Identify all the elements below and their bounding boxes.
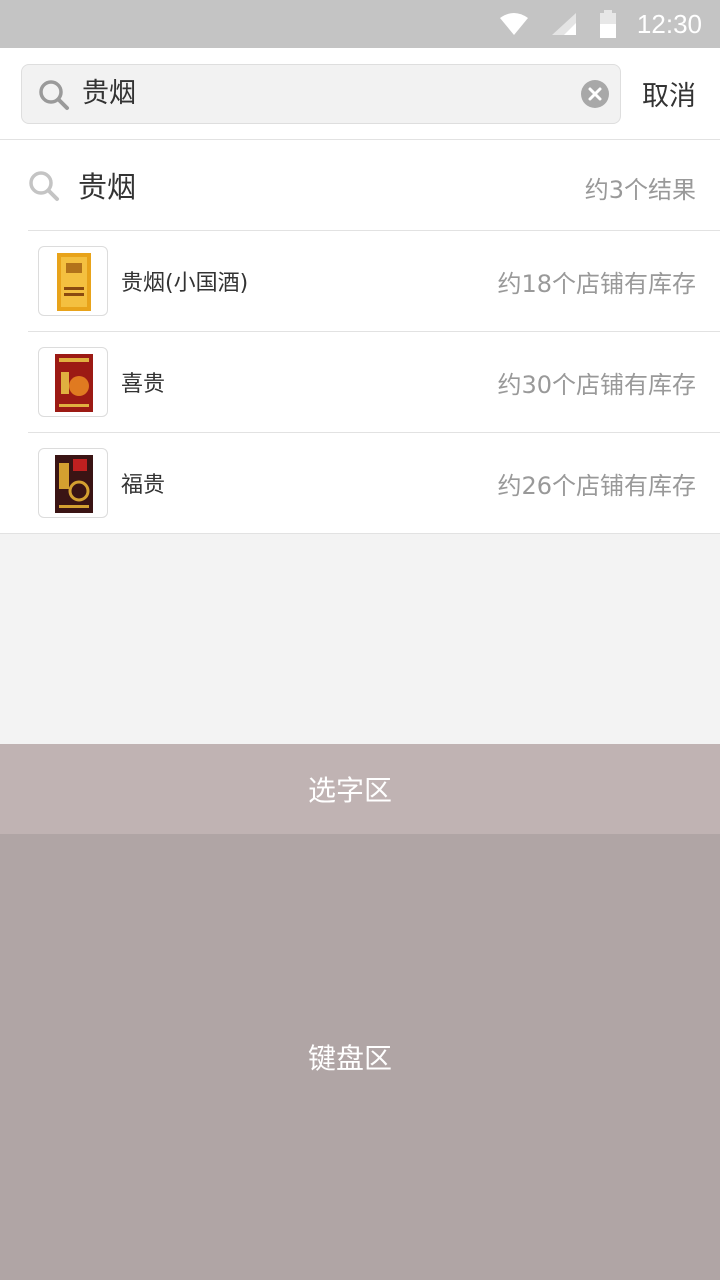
search-icon <box>38 79 70 115</box>
list-item[interactable]: 贵烟(小国酒) 约18个店铺有库存 <box>0 231 720 332</box>
list-item[interactable]: 福贵 约26个店铺有库存 <box>0 433 720 534</box>
keyboard-area-label: 键盘区 <box>307 1042 392 1075</box>
product-thumbnail <box>38 448 108 518</box>
battery-icon <box>599 10 617 38</box>
product-thumbnail <box>38 246 108 316</box>
keyboard-area[interactable]: 键盘区 <box>0 834 720 1280</box>
cell-signal-icon <box>551 12 577 36</box>
candidate-area-label: 选字区 <box>307 774 392 807</box>
search-summary-row[interactable]: 贵烟 约3个结果 <box>0 140 720 231</box>
status-bar: 12:30 <box>0 0 720 48</box>
search-results: 贵烟 约3个结果 贵烟(小国酒) 约18个店铺有库存 喜贵 约30个店铺有库存 … <box>0 140 720 534</box>
search-header: 贵烟 取消 <box>0 48 720 140</box>
result-count: 约3个结果 <box>584 176 696 204</box>
stock-info: 约30个店铺有库存 <box>497 371 696 399</box>
stock-info: 约26个店铺有库存 <box>497 472 696 500</box>
search-input[interactable]: 贵烟 <box>21 64 621 124</box>
stock-info: 约18个店铺有库存 <box>497 270 696 298</box>
summary-query: 贵烟 <box>78 170 137 204</box>
cancel-button[interactable]: 取消 <box>642 74 696 113</box>
product-name: 福贵 <box>121 473 166 498</box>
candidate-area[interactable]: 选字区 <box>0 744 720 834</box>
list-item[interactable]: 喜贵 约30个店铺有库存 <box>0 332 720 433</box>
search-query[interactable]: 贵烟 <box>82 65 136 123</box>
product-thumbnail <box>38 347 108 417</box>
status-time: 12:30 <box>636 8 702 39</box>
product-name: 贵烟(小国酒) <box>121 271 249 296</box>
wifi-icon <box>499 12 529 36</box>
search-icon <box>28 170 60 206</box>
product-name: 喜贵 <box>121 372 166 397</box>
clear-icon[interactable] <box>580 79 610 113</box>
